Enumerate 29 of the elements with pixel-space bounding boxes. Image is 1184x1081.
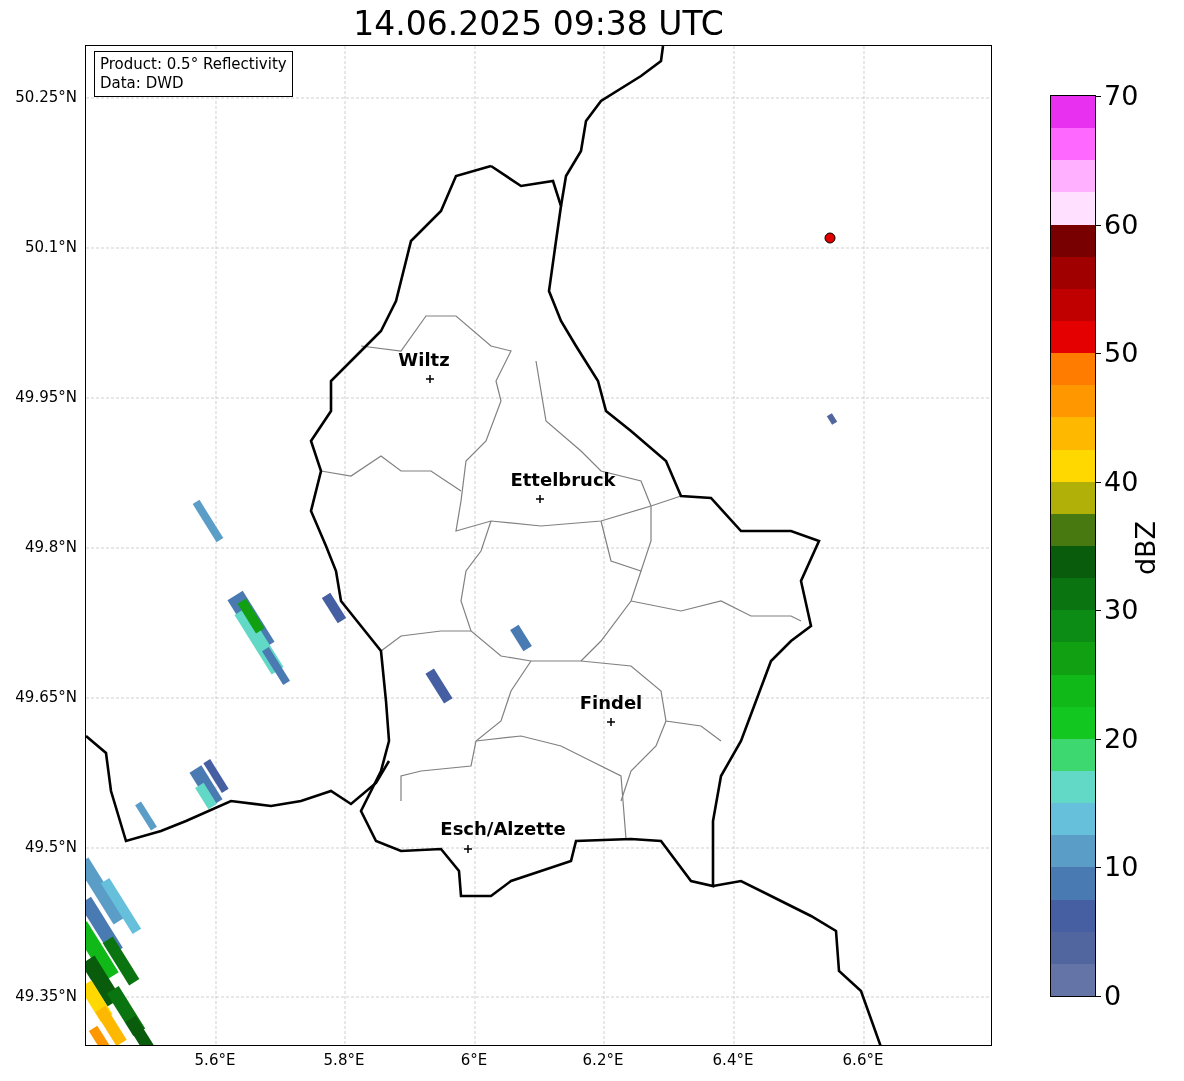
axis-tick-label: 5.8°E [323,1051,365,1069]
city-label: Ettelbruck [510,470,616,490]
legend-text: Data: DWD [100,74,185,93]
axis-tick-label: 6.4°E [712,1051,754,1069]
city-label: Findel [579,693,643,713]
colorbar-tick-label: 10 [1104,852,1139,883]
axis-tick-label: 6.6°E [842,1051,884,1069]
colorbar-tick-label: 60 [1104,209,1139,240]
colorbar-tick-label: 50 [1104,338,1139,369]
city-label: Esch/Alzette [440,819,566,839]
axis-tick-label: 50.25°N [15,88,77,106]
colorbar-tick-label: 40 [1104,466,1139,497]
city-label: Wiltz [398,350,450,370]
axis-tick-label: 50.1°N [24,238,77,256]
axis-tick-label: 6.2°E [582,1051,624,1069]
legend-text: Product: 0.5° Reflectivity [100,55,287,74]
colorbar-tick-label: 30 [1104,595,1139,626]
colorbar-tick-label: 0 [1104,981,1122,1011]
axis-tick-label: 49.95°N [15,388,77,406]
axis-tick-label: 6°E [460,1051,488,1069]
colorbar-tick-label: 20 [1104,723,1139,754]
axis-tick-label: 49.35°N [15,987,77,1005]
chart-title: 14.06.2025 09:38 UTC [352,4,725,43]
axis-tick-label: 49.8°N [24,538,77,556]
colorbar-tick-label: 70 [1104,81,1139,111]
axis-tick-label: 49.5°N [24,838,77,856]
axis-tick-label: 49.65°N [15,688,77,706]
axis-tick-label: 5.6°E [194,1051,236,1069]
colorbar-label: dBZ [1129,520,1161,576]
